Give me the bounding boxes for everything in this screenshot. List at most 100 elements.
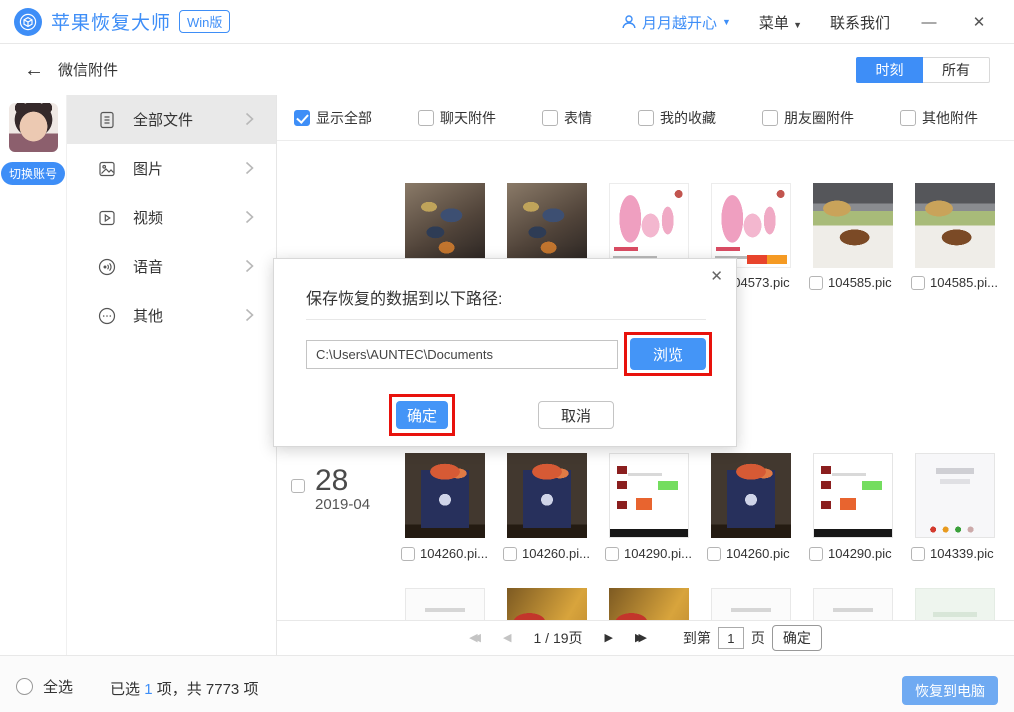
file-name: 104585.pic — [828, 275, 892, 290]
sidebar-item-videos[interactable]: 视频 — [67, 193, 276, 242]
recover-to-pc-button[interactable]: 恢复到电脑 — [902, 676, 998, 705]
prev-page-icon[interactable]: ◀ — [503, 633, 511, 644]
chevron-right-icon — [245, 259, 254, 273]
menu-dropdown[interactable]: 菜单 ▼ — [759, 12, 802, 33]
cancel-button[interactable]: 取消 — [538, 401, 614, 429]
toggle-all[interactable]: 所有 — [923, 57, 990, 83]
view-toggle: 时刻 所有 — [856, 57, 990, 83]
filter-moments-attachments[interactable]: 朋友圈附件 — [762, 108, 854, 128]
thumbnail[interactable] — [915, 588, 995, 620]
goto-suffix: 页 — [751, 628, 765, 648]
sidebar-item-images[interactable]: 图片 — [67, 144, 276, 193]
selected-count: 1 — [144, 681, 152, 698]
sidebar-item-other[interactable]: 其他 — [67, 291, 276, 340]
checkbox-icon[interactable] — [605, 547, 619, 561]
thumbnail[interactable] — [813, 453, 893, 538]
thumbnail[interactable] — [711, 453, 791, 538]
checkbox-icon[interactable] — [809, 276, 823, 290]
select-all-radio-icon[interactable] — [16, 678, 33, 695]
file-item[interactable]: 104585.pic — [809, 275, 905, 290]
page-info: 1 / 19页 — [533, 628, 582, 648]
filter-show-all[interactable]: 显示全部 — [294, 108, 372, 128]
thumbnail[interactable] — [507, 453, 587, 538]
file-item[interactable]: 104290.pi... — [605, 546, 701, 561]
sidebar-item-all-files[interactable]: 全部文件 — [67, 95, 276, 144]
selected-prefix: 已选 — [110, 681, 140, 698]
filter-label: 我的收藏 — [660, 108, 716, 128]
back-button[interactable]: ← — [24, 60, 44, 80]
total-count: 7773 — [206, 681, 239, 698]
thumbnail[interactable] — [405, 183, 485, 268]
thumbnail[interactable] — [609, 453, 689, 538]
first-page-icon[interactable]: ◀◀ — [469, 633, 481, 644]
filter-favorites[interactable]: 我的收藏 — [638, 108, 716, 128]
file-item[interactable]: 104260.pi... — [401, 546, 497, 561]
select-all-control[interactable]: 全选 — [16, 676, 73, 697]
thumbnail[interactable] — [609, 183, 689, 268]
checkbox-icon[interactable] — [401, 547, 415, 561]
filter-chat-attachments[interactable]: 聊天附件 — [418, 108, 496, 128]
thumbnail[interactable] — [507, 183, 587, 268]
chevron-down-icon: ▼ — [722, 17, 731, 27]
file-name: 104260.pic — [726, 546, 790, 561]
selected-suffix: 项 — [243, 681, 258, 698]
filter-other-attachments[interactable]: 其他附件 — [900, 108, 978, 128]
contact-us-link[interactable]: 联系我们 — [830, 12, 890, 33]
next-page-icon[interactable]: ▶ — [605, 633, 613, 644]
pagination-bar: ◀◀ ◀ 1 / 19页 ▶ ▶▶ 到第 页 确定 — [277, 620, 1014, 655]
file-item[interactable]: 104339.pic — [911, 546, 1007, 561]
checkbox-icon[interactable] — [762, 110, 778, 126]
thumbnail[interactable] — [711, 183, 791, 268]
checkbox-icon[interactable] — [809, 547, 823, 561]
file-item[interactable]: 104585.pi... — [911, 275, 1007, 290]
filter-stickers[interactable]: 表情 — [542, 108, 592, 128]
file-item[interactable]: 104260.pic — [707, 546, 803, 561]
sidebar: 全部文件 图片 视频 语音 其他 — [67, 95, 277, 655]
user-account-menu[interactable]: 月月越开心 ▼ — [621, 12, 731, 33]
sidebar-item-voice[interactable]: 语音 — [67, 242, 276, 291]
checkbox-icon[interactable] — [503, 547, 517, 561]
app-window: 苹果恢复大师 Win版 月月越开心 ▼ 菜单 ▼ 联系我们 — ✕ ← 微信附件 — [0, 0, 1014, 712]
more-icon — [97, 306, 117, 326]
checkbox-icon[interactable] — [707, 547, 721, 561]
dialog-close-icon[interactable]: ✕ — [710, 267, 723, 285]
checkbox-icon[interactable] — [900, 110, 916, 126]
checkbox-checked-icon[interactable] — [294, 110, 310, 126]
chevron-right-icon — [245, 112, 254, 126]
thumbnail[interactable] — [609, 588, 689, 620]
thumbnail[interactable] — [405, 453, 485, 538]
ok-button[interactable]: 确定 — [396, 401, 448, 429]
date-month: 2019-04 — [315, 497, 370, 513]
minimize-button[interactable]: — — [918, 14, 940, 31]
selection-stats: 已选 1 项，共 7773 项 — [110, 678, 258, 699]
checkbox-icon[interactable] — [542, 110, 558, 126]
goto-confirm-button[interactable]: 确定 — [772, 625, 822, 651]
thumbnail[interactable] — [915, 453, 995, 538]
chevron-right-icon — [245, 210, 254, 224]
browse-button[interactable]: 浏览 — [630, 338, 706, 370]
chevron-right-icon — [245, 161, 254, 175]
thumbnail[interactable] — [915, 183, 995, 268]
save-path-dialog: ✕ 保存恢复的数据到以下路径: 浏览 确定 取消 — [273, 258, 737, 447]
toggle-moments[interactable]: 时刻 — [856, 57, 923, 83]
checkbox-icon[interactable] — [911, 547, 925, 561]
thumbnail[interactable] — [813, 588, 893, 620]
switch-account-button[interactable]: 切换账号 — [1, 162, 65, 185]
close-button[interactable]: ✕ — [968, 13, 990, 31]
save-path-input[interactable] — [306, 340, 618, 369]
date-checkbox-icon[interactable] — [291, 479, 305, 493]
thumbnail[interactable] — [507, 588, 587, 620]
file-item[interactable]: 104260.pi... — [503, 546, 599, 561]
checkbox-icon[interactable] — [638, 110, 654, 126]
file-item[interactable]: 104290.pic — [809, 546, 905, 561]
filter-label: 表情 — [564, 108, 592, 128]
last-page-icon[interactable]: ▶▶ — [635, 633, 647, 644]
thumbnail[interactable] — [813, 183, 893, 268]
checkbox-icon[interactable] — [418, 110, 434, 126]
thumbnail[interactable] — [405, 588, 485, 620]
thumbnail[interactable] — [711, 588, 791, 620]
goto-page-input[interactable] — [718, 627, 744, 649]
checkbox-icon[interactable] — [911, 276, 925, 290]
filter-label: 朋友圈附件 — [784, 108, 854, 128]
account-panel: 切换账号 — [0, 95, 67, 655]
